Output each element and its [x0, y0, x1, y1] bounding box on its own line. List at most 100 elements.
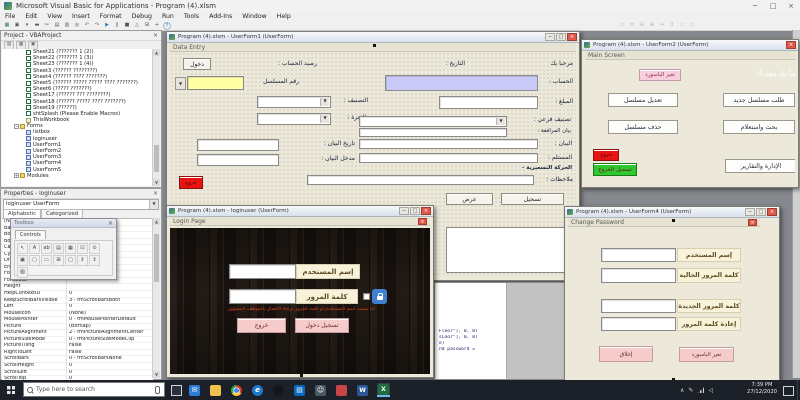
taskbar-app-icon[interactable]	[335, 383, 348, 397]
minimize-icon[interactable]: ─	[745, 208, 755, 216]
enter-button[interactable]: دخول	[183, 58, 211, 70]
close-icon[interactable]: ×	[418, 217, 427, 225]
toolbar-icon[interactable]: ⊞	[143, 22, 151, 29]
menu-item[interactable]: Tools	[179, 13, 204, 20]
toolbox-control-icon[interactable]: ⊙	[89, 243, 100, 254]
taskbar-app-icon[interactable]: W	[356, 383, 369, 397]
show-password-checkbox[interactable]	[363, 293, 370, 300]
toolbox-control-icon[interactable]: ▦	[65, 243, 76, 254]
menu-item[interactable]: Debug	[127, 13, 157, 20]
scroll-up-icon[interactable]: ▲	[153, 218, 160, 225]
scroll-down-icon[interactable]: ▼	[153, 371, 160, 378]
toolbox-control-icon[interactable]: ⇕	[77, 255, 88, 266]
period-combobox[interactable]: ▼	[257, 113, 331, 125]
toolbar-icon[interactable]: ▬	[33, 22, 41, 29]
taskbar-clock[interactable]: 7:39 PM 27/12/2020	[744, 382, 780, 396]
toolbar-icon[interactable]: ◎	[73, 22, 81, 29]
records-listbox[interactable]	[446, 227, 567, 273]
entry-date-field[interactable]	[197, 139, 279, 151]
selection-handle[interactable]	[300, 374, 303, 377]
entered-by-field[interactable]	[197, 154, 279, 166]
toolbox-control-icon[interactable]: ab	[41, 243, 52, 254]
close-icon[interactable]: ×	[153, 32, 158, 39]
tree-expand-icon[interactable]	[14, 123, 19, 129]
selection-handle[interactable]	[373, 44, 376, 47]
taskbar-app-icon[interactable]	[209, 383, 222, 397]
taskbar-app-icon[interactable]: ▤	[293, 383, 306, 397]
toolbar-icon[interactable]: ↷	[93, 22, 101, 29]
change-password-button[interactable]: تغير الباسورد	[679, 347, 734, 362]
taskbar-search[interactable]: Type here to search	[23, 382, 165, 397]
speaker-icon[interactable]: ◁	[708, 387, 713, 394]
toolbox-control-icon[interactable]: ↕	[89, 255, 100, 266]
project-scrollbar[interactable]: ▲ ▼	[152, 49, 160, 186]
username-field[interactable]	[229, 264, 296, 279]
search-button[interactable]: بحث واستعلام	[723, 120, 795, 134]
close-icon[interactable]: ×	[748, 218, 757, 226]
maximize-icon[interactable]: □	[764, 1, 782, 12]
code-lines[interactable]: Floor"), 0, 0) sLoor"), 0, 0) e) nd passwor…	[439, 329, 505, 353]
password-field[interactable]	[229, 289, 296, 304]
toolbox-control-icon[interactable]: ↖	[17, 243, 28, 254]
approval-field[interactable]	[359, 128, 507, 137]
toolbox-control-icon[interactable]: ▭	[41, 255, 52, 266]
toolbox-control-icon[interactable]: ▣	[17, 255, 28, 266]
close-icon[interactable]: ×	[421, 207, 431, 215]
menu-item[interactable]: Help	[272, 13, 296, 20]
edit-serial-button[interactable]: تعديل مسلسل	[608, 93, 678, 107]
toolbar-icon[interactable]: ?	[163, 21, 171, 30]
taskbar-app-icon[interactable]: ✉	[188, 383, 201, 397]
properties-scrollbar[interactable]: ▲ ▼	[152, 218, 160, 378]
new-password-field[interactable]	[601, 299, 676, 313]
close-icon[interactable]: ×	[567, 33, 577, 41]
chevron-down-icon[interactable]: ▼	[149, 200, 158, 209]
show-button[interactable]: عرض	[446, 193, 493, 205]
delete-serial-button[interactable]: حذف مسلسل	[608, 120, 678, 134]
taskbar-app-icon[interactable]: e	[251, 383, 264, 397]
account-field[interactable]	[385, 75, 538, 91]
serial-dropdown-icon[interactable]: ▼	[175, 77, 186, 90]
logout-button[interactable]: تسجيل الخروج	[593, 163, 637, 176]
toolbox-control-icon[interactable]: ▧	[17, 267, 28, 278]
toolbar-icon[interactable]: ▦	[3, 22, 11, 29]
toolbar-icon[interactable]: ✂	[43, 22, 51, 29]
toolbox-control-icon[interactable]: ☑	[77, 243, 88, 254]
restore-icon[interactable]: □	[556, 33, 566, 41]
taskbar-app-icon[interactable]: X	[377, 383, 390, 397]
menu-item[interactable]: View	[42, 13, 67, 20]
admin-reports-button[interactable]: الإدارة والتقارير	[725, 159, 795, 173]
toolbar-icon[interactable]: ▶	[103, 22, 111, 29]
toolbar-icon[interactable]: ∥	[113, 22, 121, 29]
lock-icon[interactable]	[372, 289, 387, 304]
minimize-icon[interactable]: ─	[545, 33, 555, 41]
notes-field[interactable]	[307, 175, 534, 185]
menu-item[interactable]: File	[0, 13, 20, 20]
task-view-icon[interactable]	[171, 385, 182, 396]
menu-item[interactable]: Window	[237, 13, 271, 20]
start-button[interactable]	[0, 380, 22, 400]
toolbox-control-icon[interactable]: ⊞	[53, 255, 64, 266]
menu-item[interactable]: Format	[95, 13, 127, 20]
toolbox-control-icon[interactable]: A	[29, 243, 40, 254]
menu-item[interactable]: Run	[157, 13, 179, 20]
chevron-down-icon[interactable]: ▼	[320, 115, 329, 123]
restore-icon[interactable]: □	[410, 207, 420, 215]
menu-item[interactable]: Add-Ins	[204, 13, 237, 20]
restore-icon[interactable]: □	[756, 208, 766, 216]
taskbar-app-icon[interactable]	[230, 383, 243, 397]
scroll-up-icon[interactable]: ▲	[153, 49, 160, 56]
toolbar-icon[interactable]: ▣	[13, 22, 21, 29]
selection-handle[interactable]	[672, 219, 675, 222]
amount-field[interactable]	[439, 96, 538, 109]
exit-button[interactable]: خروج	[237, 318, 286, 333]
close-icon[interactable]: ×	[782, 1, 800, 12]
close-icon[interactable]: ×	[153, 190, 158, 197]
username-field[interactable]	[601, 248, 676, 262]
tree-expand-icon[interactable]	[14, 173, 19, 179]
repeat-password-field[interactable]	[601, 317, 676, 331]
network-icon[interactable]	[697, 387, 705, 393]
toolbar-icon[interactable]: ↶	[83, 22, 91, 29]
chevron-down-icon[interactable]: ▼	[496, 118, 505, 125]
toolbox-control-icon[interactable]: ▤	[53, 243, 64, 254]
taskbar-app-icon[interactable]	[272, 383, 285, 397]
